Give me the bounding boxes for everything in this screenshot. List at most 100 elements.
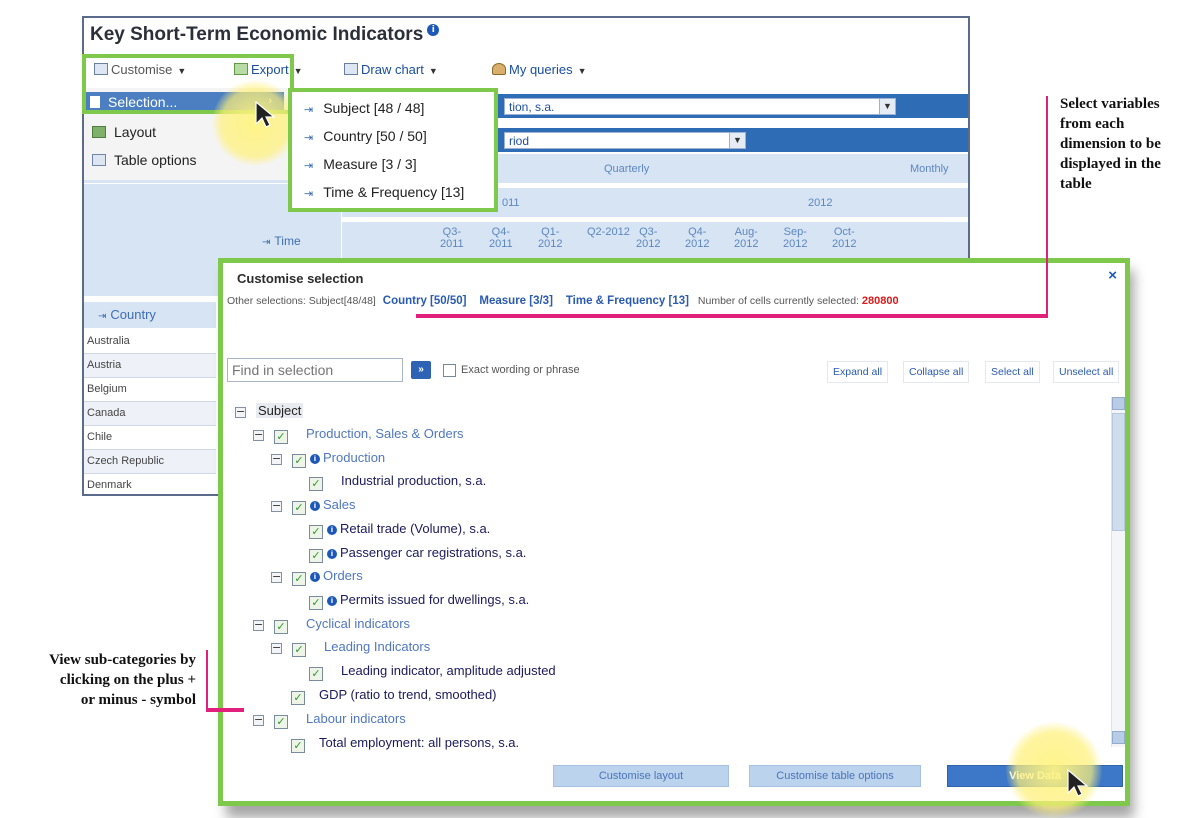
- checkbox-checked[interactable]: ✓: [274, 620, 288, 634]
- tree-scrollbar[interactable]: [1111, 397, 1125, 747]
- collapse-toggle-icon[interactable]: −: [271, 500, 282, 512]
- scroll-thumb[interactable]: [1112, 413, 1125, 531]
- checkbox-checked[interactable]: ✓: [309, 667, 323, 681]
- tree-leaf-passenger-car[interactable]: ✓ i Passenger car registrations, s.a.: [309, 545, 526, 563]
- close-icon[interactable]: ×: [1108, 267, 1117, 284]
- tree-node-subject[interactable]: − Subject: [235, 403, 304, 418]
- time-dimension-header[interactable]: ⇥ Time: [262, 234, 301, 248]
- year-2012-header: 2012: [808, 197, 833, 209]
- my-queries-menu-button[interactable]: My queries ▼: [492, 62, 587, 77]
- checkbox-checked[interactable]: ✓: [292, 643, 306, 657]
- period-header-cell: Q4- 2012: [685, 226, 710, 250]
- tree-leaf-retail-trade[interactable]: ✓ i Retail trade (Volume), s.a.: [309, 521, 490, 539]
- info-icon[interactable]: i: [327, 596, 337, 606]
- period-header-cell: Aug- 2012: [734, 226, 759, 250]
- mouse-cursor-icon: [255, 100, 276, 128]
- info-icon[interactable]: i: [310, 572, 320, 582]
- expand-all-button[interactable]: Expand all: [827, 361, 889, 383]
- unselect-all-button[interactable]: Unselect all: [1053, 361, 1120, 383]
- tree-node-leading[interactable]: − ✓ Leading Indicators: [271, 639, 430, 657]
- annotation-view-subcategories: View sub-categories by clicking on the p…: [49, 652, 196, 708]
- exact-wording-checkbox[interactable]: [443, 364, 456, 377]
- table-row: Austria: [84, 354, 216, 378]
- period-header-cell: Q1- 2012: [538, 226, 563, 250]
- period-header-cell: Oct- 2012: [832, 226, 857, 250]
- tree-node-production[interactable]: − ✓ i Production: [271, 450, 385, 468]
- checkbox-checked[interactable]: ✓: [274, 430, 288, 444]
- search-go-button[interactable]: »: [411, 361, 431, 379]
- checkbox-checked[interactable]: ✓: [291, 739, 305, 753]
- period-header-cell: Q2-2012: [587, 226, 630, 238]
- tree-leaf-total-employment[interactable]: ✓ Total employment: all persons, s.a.: [291, 735, 519, 753]
- info-icon[interactable]: i: [327, 525, 337, 535]
- table-row: Denmark: [84, 474, 216, 494]
- tree-node-cyclical[interactable]: − ✓ Cyclical indicators: [253, 616, 410, 634]
- annotation-connector: [1046, 96, 1048, 318]
- collapse-toggle-icon[interactable]: −: [271, 571, 282, 583]
- annotation-connector: [206, 708, 244, 712]
- menu-item-table-options[interactable]: Table options: [92, 152, 197, 168]
- checkbox-checked[interactable]: ✓: [291, 691, 305, 705]
- chevron-down-icon: ▼: [729, 133, 745, 148]
- layout-icon: [92, 126, 106, 138]
- period-header-cell: Sep- 2012: [783, 226, 808, 250]
- country-dimension-header[interactable]: ⇥ Country: [84, 302, 216, 328]
- period-filter-select[interactable]: riod ▼: [504, 132, 746, 149]
- submenu-item-country[interactable]: ⇥ Country [50 / 50]: [304, 128, 427, 144]
- tree-leaf-leading-amplitude[interactable]: ✓ Leading indicator, amplitude adjusted: [309, 663, 556, 681]
- collapse-toggle-icon[interactable]: −: [253, 714, 264, 726]
- info-icon[interactable]: i: [310, 454, 320, 464]
- checkbox-checked[interactable]: ✓: [274, 715, 288, 729]
- subject-filter-select[interactable]: tion, s.a. ▼: [504, 98, 896, 115]
- period-header-cell: Q3- 2012: [636, 226, 661, 250]
- period-header-cell: Q4- 2011: [489, 226, 513, 250]
- info-icon[interactable]: i: [427, 24, 440, 36]
- tree-leaf-gdp[interactable]: ✓ GDP (ratio to trend, smoothed): [291, 687, 497, 705]
- checkbox-checked[interactable]: ✓: [292, 454, 306, 468]
- arrow-right-icon: ⇥: [304, 188, 314, 200]
- tree-leaf-industrial-production[interactable]: ✓ Industrial production, s.a.: [309, 473, 486, 491]
- tree-node-sales[interactable]: − ✓ i Sales: [271, 497, 356, 515]
- table-row: Chile: [84, 426, 216, 450]
- country-selection-link[interactable]: Country [50/50]: [383, 295, 467, 307]
- collapse-toggle-icon[interactable]: −: [271, 453, 282, 465]
- arrow-right-icon: ⇥: [262, 237, 271, 248]
- tree-node-production-sales-orders[interactable]: − ✓ Production, Sales & Orders: [253, 426, 464, 444]
- annotation-select-variables: Select variables from each dimension to …: [1060, 96, 1161, 192]
- chevron-down-icon: ▼: [879, 99, 895, 114]
- period-header-cell: Q3- 2011: [440, 226, 464, 250]
- checkbox-checked[interactable]: ✓: [309, 525, 323, 539]
- tree-node-labour[interactable]: − ✓ Labour indicators: [253, 711, 406, 729]
- select-all-button[interactable]: Select all: [985, 361, 1040, 383]
- customise-layout-button[interactable]: Customise layout: [553, 765, 729, 787]
- checkbox-checked[interactable]: ✓: [309, 477, 323, 491]
- menu-item-layout[interactable]: Layout: [92, 124, 156, 140]
- checkbox-checked[interactable]: ✓: [292, 572, 306, 586]
- table-row: Canada: [84, 402, 216, 426]
- info-icon[interactable]: i: [327, 549, 337, 559]
- submenu-item-subject[interactable]: ⇥ Subject [48 / 48]: [304, 100, 424, 116]
- tree-node-orders[interactable]: − ✓ i Orders: [271, 568, 363, 586]
- scroll-down-button[interactable]: [1112, 731, 1125, 744]
- arrow-right-icon: ⇥: [304, 160, 314, 172]
- submenu-item-time-frequency[interactable]: ⇥ Time & Frequency [13]: [304, 184, 464, 200]
- arrow-right-icon: ⇥: [304, 104, 314, 116]
- customise-table-options-button[interactable]: Customise table options: [749, 765, 921, 787]
- collapse-toggle-icon[interactable]: −: [253, 429, 264, 441]
- scroll-up-button[interactable]: [1112, 397, 1125, 410]
- time-frequency-selection-link[interactable]: Time & Frequency [13]: [566, 295, 689, 307]
- checkbox-checked[interactable]: ✓: [309, 549, 323, 563]
- measure-selection-link[interactable]: Measure [3/3]: [479, 295, 553, 307]
- submenu-item-measure[interactable]: ⇥ Measure [3 / 3]: [304, 156, 417, 172]
- info-icon[interactable]: i: [310, 501, 320, 511]
- checkbox-checked[interactable]: ✓: [309, 596, 323, 610]
- chart-icon: [344, 63, 358, 75]
- find-in-selection-input[interactable]: [227, 358, 403, 382]
- draw-chart-menu-button[interactable]: Draw chart ▼: [344, 62, 438, 77]
- tree-leaf-permits[interactable]: ✓ i Permits issued for dwellings, s.a.: [309, 592, 529, 610]
- collapse-toggle-icon[interactable]: −: [235, 406, 246, 418]
- checkbox-checked[interactable]: ✓: [292, 501, 306, 515]
- collapse-toggle-icon[interactable]: −: [271, 642, 282, 654]
- collapse-toggle-icon[interactable]: −: [253, 619, 264, 631]
- collapse-all-button[interactable]: Collapse all: [903, 361, 970, 383]
